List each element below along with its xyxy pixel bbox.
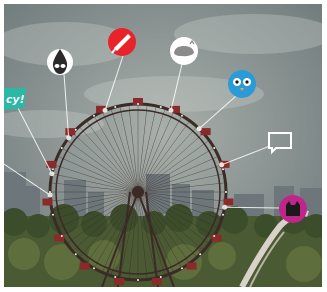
wheel-cabin xyxy=(200,128,211,136)
rim-light xyxy=(60,235,63,237)
connector-dot xyxy=(168,107,174,113)
rim-light xyxy=(159,105,162,108)
rim-light xyxy=(225,191,227,193)
pink-cat-icon xyxy=(279,195,307,223)
photo-frame: cy! xyxy=(4,4,322,287)
rim-light xyxy=(51,168,54,171)
connector-dot xyxy=(49,171,55,177)
rim-light xyxy=(93,114,95,117)
wheel-cabin xyxy=(65,128,76,136)
connector-dot xyxy=(102,107,108,113)
rim-light xyxy=(114,105,117,108)
wheel-cabin xyxy=(114,278,125,286)
wheel-cabin xyxy=(79,262,90,270)
rim-light xyxy=(137,103,139,105)
rim-light xyxy=(213,235,216,237)
blue-bird-icon xyxy=(228,70,256,98)
ferris-wheel-scene: cy! xyxy=(4,4,322,287)
rim-light xyxy=(222,213,225,216)
rim-light xyxy=(181,114,183,117)
connector-dot xyxy=(196,126,202,132)
wheel-cabin xyxy=(151,278,162,286)
wheel-cabin xyxy=(42,198,53,206)
rim-light xyxy=(60,147,63,149)
rim-light xyxy=(222,168,225,171)
connector-dot xyxy=(66,135,72,141)
rim-light xyxy=(181,267,183,270)
rim-light xyxy=(137,279,139,281)
rim-light xyxy=(74,128,77,131)
connector-dot xyxy=(47,192,53,198)
drop-face-icon xyxy=(47,49,73,75)
red-pen-icon xyxy=(108,28,136,56)
rim-light xyxy=(159,276,162,279)
connector-dot xyxy=(219,162,225,168)
connector-dot xyxy=(222,204,228,210)
wheel-cabin xyxy=(211,234,222,242)
rim-light xyxy=(51,213,54,216)
nyc-sticker-icon: cy! xyxy=(4,88,26,110)
wheel-cabin xyxy=(223,198,234,206)
nyc-sticker-text: cy! xyxy=(6,93,25,106)
wheel-hub xyxy=(132,186,144,198)
rim-light xyxy=(93,267,95,270)
rim-light xyxy=(74,253,77,256)
speech-bubble-icon xyxy=(268,132,292,155)
wheel-cabin xyxy=(54,234,65,242)
rim-light xyxy=(114,276,117,279)
wheel-cabin xyxy=(186,262,197,270)
rim-light xyxy=(199,253,202,256)
whale-icon xyxy=(170,37,198,65)
rim-light xyxy=(213,147,216,149)
